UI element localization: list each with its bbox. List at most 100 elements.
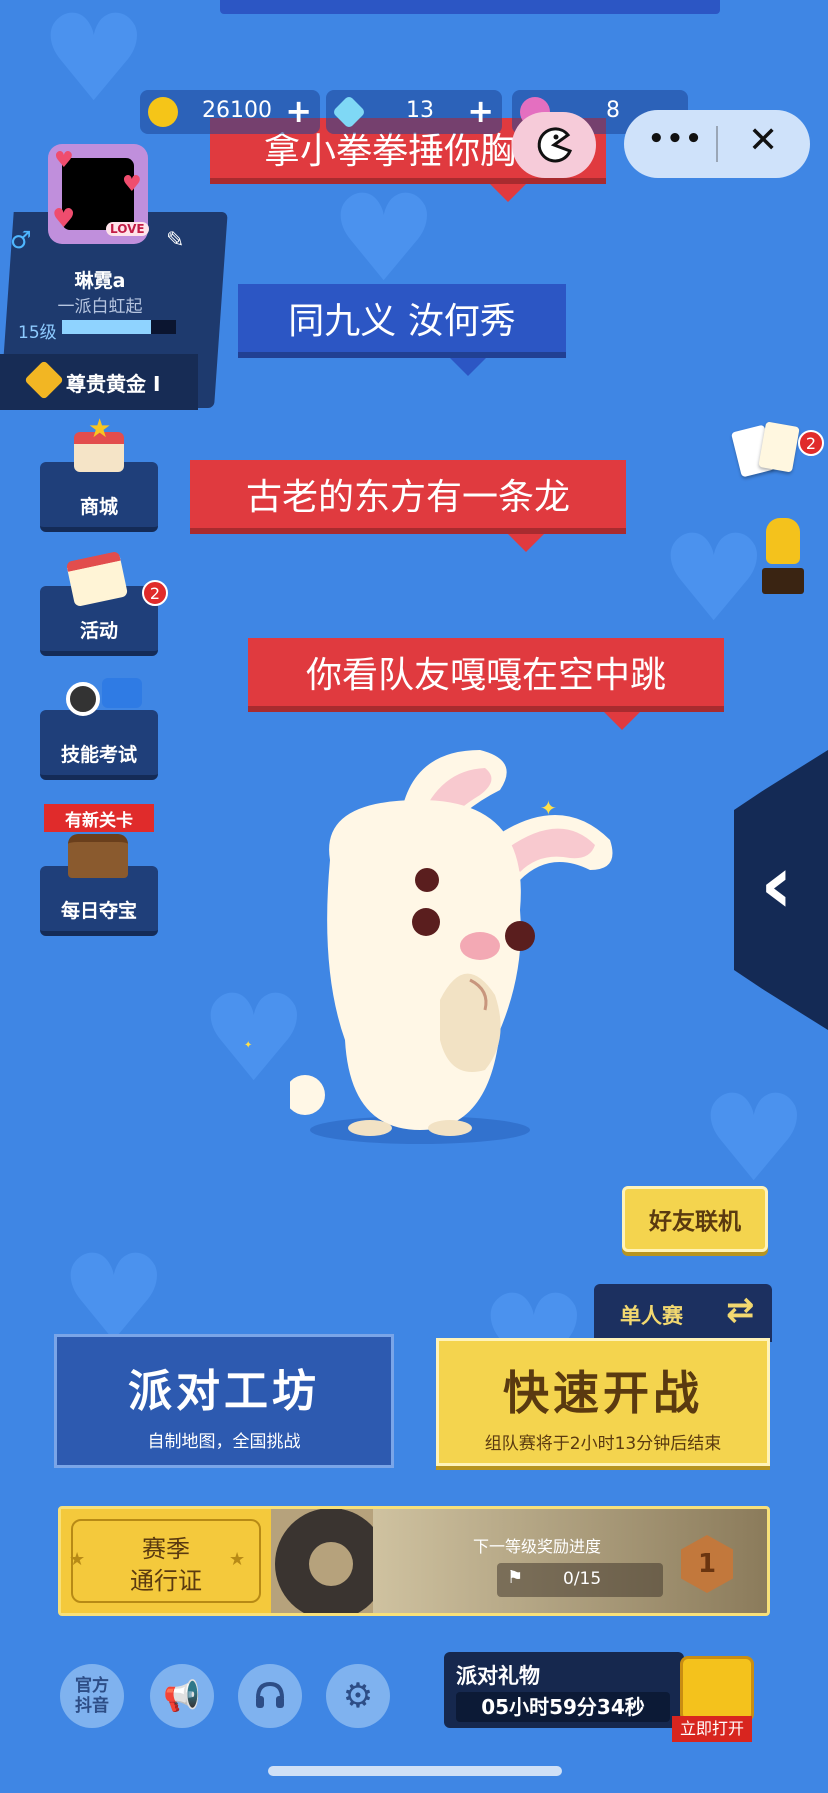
bubble-tail bbox=[604, 712, 640, 730]
add-diamonds-icon[interactable]: + bbox=[467, 92, 494, 130]
rank-row[interactable]: 尊贵黄金 I bbox=[0, 354, 198, 410]
party-gift-timer: 05小时59分34秒 bbox=[456, 1692, 670, 1722]
more-options-icon[interactable]: ••• bbox=[648, 124, 704, 154]
gear-icon: ⚙ bbox=[342, 1676, 374, 1716]
coins-value: 26100 bbox=[202, 98, 272, 123]
card-icon bbox=[758, 421, 800, 473]
sneaker-icon bbox=[102, 678, 142, 708]
activity-label: 活动 bbox=[79, 620, 118, 642]
bg-heart-icon: ♥ bbox=[40, 0, 148, 129]
bubble-tail bbox=[490, 184, 526, 202]
party-workshop-subtitle: 自制地图，全国挑战 bbox=[147, 1432, 301, 1452]
sparkle-icon: ✦ bbox=[244, 1040, 253, 1051]
single-match-label: 单人赛 bbox=[620, 1304, 683, 1328]
level-progress-fill bbox=[62, 320, 151, 334]
coin-icon bbox=[148, 97, 178, 127]
rabbit-character[interactable] bbox=[290, 740, 630, 1160]
cards-badge: 2 bbox=[798, 430, 824, 456]
party-gift-title: 派对礼物 bbox=[456, 1664, 540, 1688]
diamonds-value: 13 bbox=[406, 98, 434, 123]
official-douyin-button[interactable]: 官方 抖音 bbox=[60, 1664, 124, 1728]
level-progress-track bbox=[62, 320, 176, 334]
bubble-tail bbox=[450, 358, 486, 376]
avatar-frame[interactable]: ♥ ♥ ♥ LOVE bbox=[48, 144, 149, 244]
quick-battle-button[interactable]: 快速开战 组队赛将于2小时13分钟后结束 bbox=[436, 1338, 770, 1466]
settings-button[interactable]: ⚙ bbox=[326, 1664, 390, 1728]
season-pass-banner[interactable]: ★ ★ 赛季 通行证 下一等级奖励进度 ⚑ 0/15 1 bbox=[58, 1506, 770, 1616]
shop-label: 商城 bbox=[79, 496, 118, 518]
heart-icon: ♥ bbox=[122, 172, 142, 197]
home-indicator[interactable] bbox=[268, 1766, 562, 1776]
bubble-remnant bbox=[220, 0, 720, 14]
calendar-icon bbox=[65, 550, 129, 608]
bubble-tail bbox=[508, 534, 544, 552]
activity-badge: 2 bbox=[142, 580, 168, 606]
skill-test-button[interactable]: 技能考试 bbox=[40, 678, 158, 780]
season-pass-title-1: 赛季 bbox=[142, 1535, 190, 1563]
season-pass-label-box: ★ ★ 赛季 通行证 bbox=[61, 1509, 271, 1613]
quick-battle-subtitle: 组队赛将于2小时13分钟后结束 bbox=[484, 1434, 722, 1454]
shop-button[interactable]: ★ 商城 bbox=[40, 414, 158, 532]
official-douyin-label-2: 抖音 bbox=[75, 1696, 109, 1716]
danmaku-bubble: 你看队友嘎嘎在空中跳 bbox=[248, 638, 724, 712]
reward-progress-box: ⚑ 0/15 bbox=[497, 1563, 663, 1597]
player-signature: 一派白虹起 bbox=[57, 297, 143, 317]
daily-treasure-label: 每日夺宝 bbox=[60, 900, 137, 922]
headset-icon bbox=[256, 1681, 284, 1708]
diamonds-pill[interactable]: 13 + bbox=[326, 90, 502, 134]
window-capsule: ••• ✕ bbox=[624, 110, 810, 178]
diamond-icon bbox=[332, 95, 366, 129]
bubble-text: 同九义 汝何秀 bbox=[288, 301, 516, 342]
new-level-tag: 有新关卡 bbox=[44, 804, 154, 832]
customer-service-button[interactable] bbox=[238, 1664, 302, 1728]
activity-button[interactable]: 活动 bbox=[40, 550, 158, 656]
pacman-icon bbox=[537, 127, 572, 163]
skill-test-label: 技能考试 bbox=[60, 744, 137, 766]
danmaku-bubble: 古老的东方有一条龙 bbox=[190, 460, 626, 534]
coins-pill[interactable]: 26100 + bbox=[140, 90, 320, 134]
cards-button[interactable] bbox=[730, 421, 802, 478]
announcement-button[interactable]: 📢 bbox=[150, 1664, 214, 1728]
tickets-value: 8 bbox=[606, 98, 620, 123]
danmaku-bubble: 同九义 汝何秀 bbox=[238, 284, 566, 358]
capsule-divider bbox=[716, 126, 718, 162]
bg-heart-icon: ♥ bbox=[330, 170, 438, 309]
rank-label: 尊贵黄金 I bbox=[66, 372, 161, 396]
bg-heart-icon: ♥ bbox=[700, 1070, 808, 1209]
reward-progress-value: 0/15 bbox=[563, 1569, 602, 1589]
player-level: 15级 bbox=[18, 323, 57, 343]
open-now-button[interactable]: 立即打开 bbox=[672, 1716, 752, 1742]
season-pass-title-2: 通行证 bbox=[130, 1567, 202, 1595]
heart-icon: ♥ bbox=[52, 204, 76, 234]
official-douyin-label-1: 官方 bbox=[75, 1676, 109, 1696]
star-icon: ★ bbox=[88, 414, 112, 444]
party-gift-panel[interactable]: 派对礼物 05小时59分34秒 bbox=[444, 1652, 684, 1728]
sparkle-icon: ✦ bbox=[540, 796, 557, 820]
gold-rank-icon bbox=[24, 360, 64, 400]
bubble-text: 你看队友嘎嘎在空中跳 bbox=[305, 655, 666, 696]
male-gender-icon: ♂ bbox=[10, 226, 32, 254]
add-coins-icon[interactable]: + bbox=[285, 92, 312, 130]
megaphone-icon: 📢 bbox=[163, 1678, 201, 1714]
chevron-left-icon[interactable]: ‹ bbox=[760, 845, 793, 925]
party-workshop-title: 派对工坊 bbox=[128, 1366, 320, 1417]
trophy-base bbox=[762, 568, 804, 594]
edit-pencil-icon[interactable]: ✎ bbox=[166, 228, 184, 253]
trophy-icon bbox=[766, 518, 800, 564]
raccoon-icon bbox=[66, 682, 100, 716]
bubble-text: 古老的东方有一条龙 bbox=[245, 477, 570, 518]
flag-icon: ⚑ bbox=[507, 1567, 524, 1588]
treasure-chest-icon bbox=[68, 834, 128, 878]
party-workshop-button[interactable]: 派对工坊 自制地图，全国挑战 bbox=[54, 1334, 394, 1468]
love-tag: LOVE bbox=[106, 222, 149, 236]
friends-online-button[interactable]: 好友联机 bbox=[622, 1186, 768, 1252]
trophy-button[interactable] bbox=[752, 518, 816, 598]
switch-mode-icon[interactable]: ⇄ bbox=[726, 1290, 755, 1330]
gift-chest-icon[interactable] bbox=[680, 1656, 754, 1722]
heart-icon: ♥ bbox=[54, 148, 74, 173]
daily-treasure-button[interactable]: 每日夺宝 bbox=[40, 834, 158, 936]
mini-game-button[interactable] bbox=[512, 112, 596, 178]
close-icon[interactable]: ✕ bbox=[748, 120, 778, 161]
single-match-tab[interactable]: 单人赛 ⇄ bbox=[594, 1284, 772, 1342]
quick-battle-title: 快速开战 bbox=[503, 1366, 703, 1420]
